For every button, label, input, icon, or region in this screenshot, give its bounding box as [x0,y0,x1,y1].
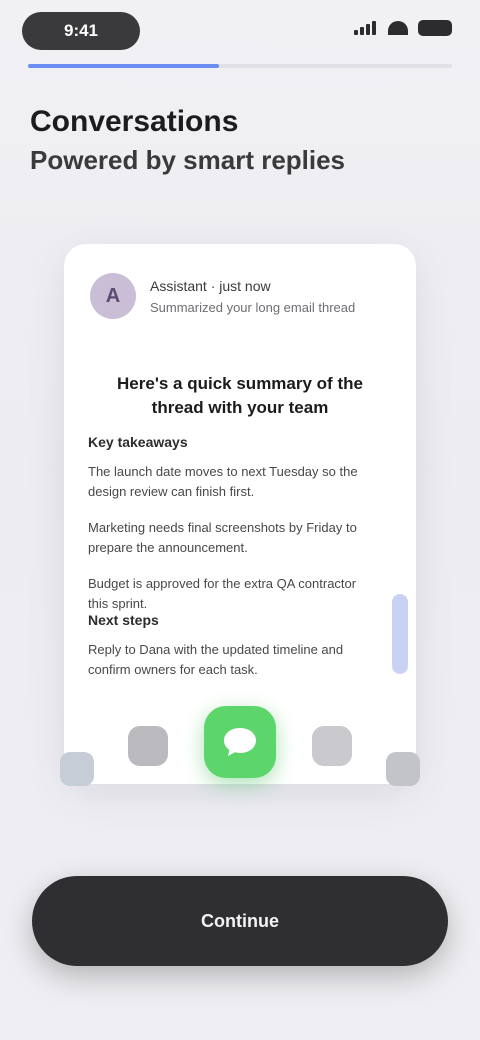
onboarding-progress-bar [28,64,452,68]
app-dock [56,700,424,800]
summary-paragraph: Reply to Dana with the updated timeline … [88,642,344,677]
dock-app-icon[interactable] [60,752,94,786]
page-title: Conversations [30,105,239,138]
status-time: 9:41 [22,12,140,50]
dock-app-icon[interactable] [128,726,168,766]
sender-subtitle: Summarized your long email thread [150,299,356,315]
summary-section-takeaways: Key takeaways The launch date moves to n… [88,434,376,630]
page-subtitle: Powered by smart replies [30,145,346,175]
chat-bubble-icon[interactable] [204,706,276,778]
continue-button[interactable]: Continue [32,876,448,966]
battery-icon [418,20,452,36]
dock-app-icon[interactable] [386,752,420,786]
onboarding-heading: Conversations Powered by smart replies [30,102,430,178]
dock-app-icon[interactable] [312,726,352,766]
chat-bubble-glyph [224,728,256,756]
card-header: A Assistant · just now Summarized your l… [90,264,390,328]
onboarding-progress-fill [28,64,219,68]
summary-section-next-steps: Next steps Reply to Dana with the update… [88,612,376,696]
card-scroll-indicator[interactable] [392,594,408,674]
status-icons [354,20,452,36]
summary-title: Here's a quick summary of the thread wit… [117,374,363,417]
section-heading: Key takeaways [88,434,188,450]
wifi-icon [388,21,408,35]
cellular-signal-icon [354,21,378,35]
summary-paragraph: Marketing needs final screenshots by Fri… [88,520,357,555]
sender-info: Assistant · just now Summarized your lon… [150,278,355,315]
summary-paragraph: The launch date moves to next Tuesday so… [88,464,358,499]
summary-paragraph: Budget is approved for the extra QA cont… [88,576,357,611]
avatar: A [90,273,136,319]
section-heading: Next steps [88,612,159,628]
status-bar: 9:41 [0,0,480,60]
sender-name: Assistant · just now [150,277,271,294]
